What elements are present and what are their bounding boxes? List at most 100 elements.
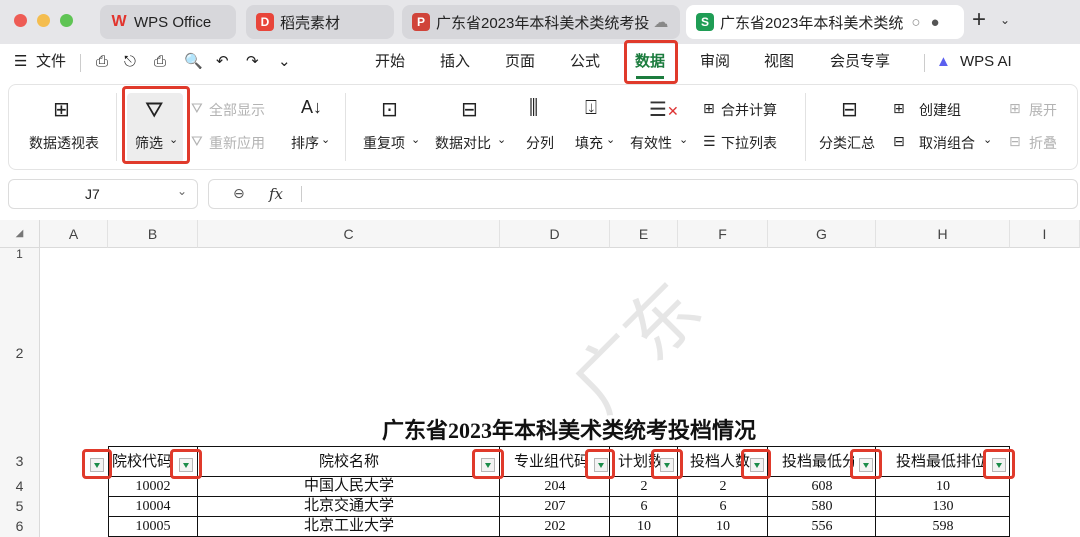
subtotal-button[interactable]: 分类汇总 [819, 133, 875, 153]
cell-d6[interactable]: 202 [500, 517, 610, 536]
show-all-button[interactable]: 全部显示 [209, 100, 265, 120]
tab-docer[interactable]: D 稻壳素材 [246, 5, 394, 39]
column-header-e[interactable]: E [610, 220, 678, 248]
tab-wps-office[interactable]: W WPS Office [100, 5, 236, 39]
cell-e6[interactable]: 10 [610, 517, 678, 536]
share-icon[interactable]: ⎋ [124, 44, 136, 82]
duplicates-icon: ⊡ [381, 99, 398, 121]
chevron-down-icon[interactable]: ⌄ [1000, 13, 1010, 27]
menu-wps-ai[interactable]: WPS AI [960, 44, 1012, 82]
create-group-button[interactable]: 创建组 [919, 100, 961, 120]
row-header-5[interactable]: 5 [0, 496, 40, 516]
fx-icon[interactable]: fx [269, 185, 283, 203]
cell-f6[interactable]: 10 [678, 517, 768, 536]
expand-button[interactable]: 展开 [1029, 100, 1057, 120]
merge-calc-button[interactable]: 合并计算 [721, 100, 777, 120]
cloud-icon: ○ [911, 13, 921, 31]
column-header-c[interactable]: C [198, 220, 500, 248]
cell-c4[interactable]: 中国人民大学 [198, 477, 500, 496]
cell-c5[interactable]: 北京交通大学 [198, 497, 500, 516]
maximize-window-button[interactable] [60, 14, 73, 27]
column-header-g[interactable]: G [768, 220, 876, 248]
column-header-d[interactable]: D [500, 220, 610, 248]
cell-b4[interactable]: 10002 [108, 477, 198, 496]
row-header-4[interactable]: 4 [0, 476, 40, 496]
new-tab-button[interactable]: + [972, 6, 986, 34]
cell-h5[interactable]: 130 [876, 497, 1010, 516]
fold-button[interactable]: 折叠 [1029, 133, 1057, 153]
cell-f4[interactable]: 2 [678, 477, 768, 496]
row-header-6[interactable]: 6 [0, 516, 40, 537]
cell-g6[interactable]: 556 [768, 517, 876, 536]
cell-e4[interactable]: 2 [610, 477, 678, 496]
print-preview-icon[interactable]: 🔍 [184, 44, 203, 82]
header-group-code[interactable]: 专业组代码 [514, 448, 590, 476]
column-header-a[interactable]: A [40, 220, 108, 248]
sort-button[interactable]: 排序 [291, 133, 319, 153]
header-min-rank[interactable]: 投档最低排位 [896, 448, 988, 476]
presentation-icon: P [412, 13, 430, 31]
menu-insert[interactable]: 插入 [440, 44, 470, 82]
dropdown-list-button[interactable]: 下拉列表 [721, 133, 777, 153]
fill-button[interactable]: 填充 [575, 133, 603, 153]
header-min-score[interactable]: 投档最低分 [782, 448, 854, 476]
reapply-button[interactable]: 重新应用 [209, 133, 265, 153]
tab-spreadsheet-1[interactable]: P 广东省2023年本科美术类统考投 ☁ [402, 5, 680, 39]
row-header-3[interactable]: 3 [0, 446, 40, 476]
pivot-table-icon: ⊞ [53, 99, 70, 121]
menu-page[interactable]: 页面 [505, 44, 535, 82]
validity-button[interactable]: 有效性 [630, 133, 672, 153]
name-box[interactable]: J7 ⌄ [8, 179, 198, 209]
redo-icon[interactable]: ↷ [246, 44, 259, 82]
column-header-f[interactable]: F [678, 220, 768, 248]
sheet-title[interactable]: 广东省2023年本科美术类统考投档情况 [108, 416, 1030, 446]
header-school-code[interactable]: 院校代码 [112, 448, 178, 476]
cell-f5[interactable]: 6 [678, 497, 768, 516]
menu-member[interactable]: 会员专享 [830, 44, 890, 82]
cell-g5[interactable]: 580 [768, 497, 876, 516]
cell-b5[interactable]: 10004 [108, 497, 198, 516]
ungroup-button[interactable]: 取消组合 [919, 133, 975, 153]
chevron-down-icon: ⌄ [606, 134, 616, 146]
highlight-filter-g [850, 449, 882, 479]
zoom-search-icon[interactable]: ⊖ [233, 185, 245, 202]
hamburger-icon[interactable]: ☰ [14, 44, 27, 82]
more-chevron-icon[interactable]: ⌄ [278, 44, 291, 82]
divider [924, 54, 925, 72]
row-header-2[interactable]: 2 [0, 260, 40, 446]
row-header-1[interactable]: 1 [0, 248, 40, 260]
split-button[interactable]: 分列 [526, 133, 554, 153]
column-header-h[interactable]: H [876, 220, 1010, 248]
cell-c6[interactable]: 北京工业大学 [198, 517, 500, 536]
cell-h4[interactable]: 10 [876, 477, 1010, 496]
sort-icon: A↓ [301, 97, 323, 117]
menu-start[interactable]: 开始 [375, 44, 405, 82]
menu-file[interactable]: 文件 [36, 44, 66, 82]
cell-e5[interactable]: 6 [610, 497, 678, 516]
cell-h6[interactable]: 598 [876, 517, 1010, 536]
undo-icon[interactable]: ↶ [216, 44, 229, 82]
menu-review[interactable]: 审阅 [700, 44, 730, 82]
cell-g4[interactable]: 608 [768, 477, 876, 496]
cell-d4[interactable]: 204 [500, 477, 610, 496]
save-icon[interactable]: ⎙ [96, 44, 108, 82]
cell-d5[interactable]: 207 [500, 497, 610, 516]
compare-icon: ⊟ [461, 99, 478, 121]
highlight-filter-a [82, 449, 112, 479]
menu-view[interactable]: 视图 [764, 44, 794, 82]
cell-b6[interactable]: 10005 [108, 517, 198, 536]
formula-input[interactable]: ⊖ fx [208, 179, 1078, 209]
name-box-value: J7 [85, 186, 100, 202]
print-icon[interactable]: ⎙ [154, 44, 166, 82]
menu-formula[interactable]: 公式 [570, 44, 600, 82]
select-all-corner[interactable]: ◢ [0, 220, 40, 248]
minimize-window-button[interactable] [37, 14, 50, 27]
duplicates-button[interactable]: 重复项 [363, 133, 405, 153]
close-window-button[interactable] [14, 14, 27, 27]
pivot-table-button[interactable]: 数据透视表 [29, 133, 99, 153]
tab-spreadsheet-2[interactable]: S 广东省2023年本科美术类统 ○ ● [686, 5, 964, 39]
column-header-i[interactable]: I [1010, 220, 1080, 248]
header-school-name[interactable]: 院校名称 [198, 448, 500, 476]
compare-button[interactable]: 数据对比 [435, 133, 491, 153]
column-header-b[interactable]: B [108, 220, 198, 248]
